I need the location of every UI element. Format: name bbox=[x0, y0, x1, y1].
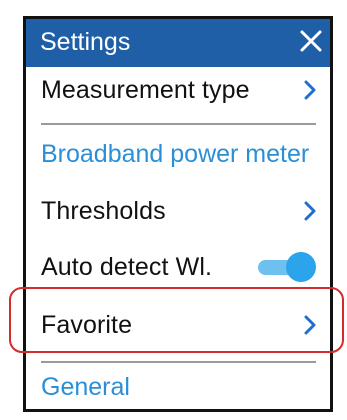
chevron-right-icon bbox=[304, 80, 316, 100]
thresholds-label: Thresholds bbox=[41, 196, 166, 225]
settings-panel: Settings Measurement type Broadband powe… bbox=[23, 16, 333, 412]
measurement-type-item[interactable]: Measurement type bbox=[26, 68, 330, 112]
close-icon[interactable] bbox=[298, 28, 324, 54]
toggle-knob bbox=[286, 252, 316, 282]
section-title-general: General bbox=[41, 373, 130, 401]
settings-header: Settings bbox=[26, 19, 330, 67]
measurement-type-label: Measurement type bbox=[41, 75, 250, 104]
chevron-right-icon bbox=[304, 315, 316, 335]
section-title-broadband: Broadband power meter bbox=[41, 140, 310, 168]
divider bbox=[41, 123, 316, 125]
auto-detect-toggle[interactable] bbox=[258, 252, 316, 282]
chevron-right-icon bbox=[304, 201, 316, 221]
divider bbox=[41, 361, 316, 363]
thresholds-item[interactable]: Thresholds bbox=[26, 189, 330, 233]
favorite-item[interactable]: Favorite bbox=[26, 303, 330, 347]
page-title: Settings bbox=[40, 28, 131, 56]
favorite-label: Favorite bbox=[41, 310, 133, 339]
